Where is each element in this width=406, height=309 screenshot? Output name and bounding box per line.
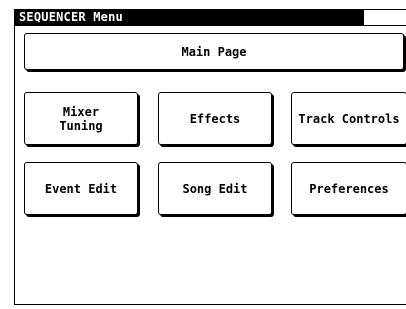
main-page-label: Main Page (181, 44, 247, 59)
sequencer-menu-screen: SEQUENCER Menu Main Page Mixer Tuning Ef… (14, 9, 406, 305)
preferences-button[interactable]: Preferences (291, 162, 406, 215)
song-edit-button[interactable]: Song Edit (158, 162, 272, 215)
menu-title: SEQUENCER Menu (15, 9, 363, 26)
event-edit-button[interactable]: Event Edit (24, 162, 138, 215)
tuning-label: Tuning (59, 118, 103, 133)
effects-label: Effects (189, 111, 241, 126)
track-controls-label: Track Controls (298, 111, 400, 126)
mixer-tuning-button[interactable]: Mixer Tuning (24, 92, 138, 145)
effects-button[interactable]: Effects (158, 92, 272, 145)
preferences-label: Preferences (309, 181, 389, 196)
title-status-box (363, 9, 406, 26)
event-edit-label: Event Edit (44, 181, 118, 196)
mixer-label: Mixer (62, 104, 100, 119)
main-page-button[interactable]: Main Page (24, 33, 404, 70)
track-controls-button[interactable]: Track Controls (291, 92, 406, 145)
song-edit-label: Song Edit (182, 181, 248, 196)
